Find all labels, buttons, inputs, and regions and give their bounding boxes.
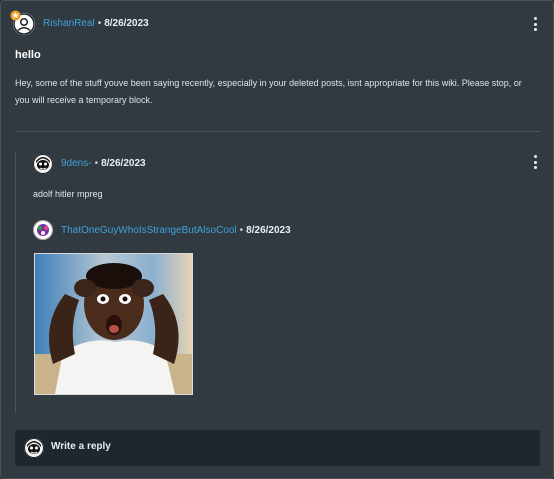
meta-separator: • (97, 18, 102, 29)
kebab-menu-icon (533, 17, 537, 20)
reply-author-link[interactable]: ThatOneGuyWhoIsStrangeButAlsoCool (61, 225, 237, 236)
reply-author-avatar[interactable] (33, 220, 53, 240)
reaction-image (35, 254, 192, 394)
post-date: 8/26/2023 (104, 18, 149, 29)
reply-composer[interactable]: Write a reply (15, 430, 540, 466)
reply-meta: 9dens- • 8/26/2023 (61, 158, 146, 169)
post-menu-button[interactable] (533, 17, 537, 31)
reply-author-link[interactable]: 9dens- (61, 158, 92, 169)
cartoon-avatar-icon (33, 154, 53, 174)
kebab-menu-icon (533, 155, 537, 158)
message-wall-thread: RishanReal • 8/26/2023 hello Hey, some o… (0, 0, 554, 479)
post-author-link[interactable]: RishanReal (43, 18, 95, 29)
reply-text: adolf hitler mpreg (33, 189, 103, 199)
meta-separator: • (239, 225, 244, 236)
staff-star-badge-icon (10, 10, 21, 21)
post-divider (15, 131, 540, 132)
meta-separator: • (94, 158, 99, 169)
reply-meta: ThatOneGuyWhoIsStrangeButAlsoCool • 8/26… (61, 225, 291, 236)
shocked-man-reaction-photo[interactable] (34, 253, 193, 395)
current-user-avatar (24, 438, 44, 458)
replies-thread-line (15, 152, 16, 412)
reply-menu-button[interactable] (533, 155, 537, 169)
colorful-avatar-icon (33, 220, 53, 240)
cartoon-avatar-icon (24, 438, 44, 458)
reply-date: 8/26/2023 (101, 158, 146, 169)
reply-placeholder[interactable]: Write a reply (51, 441, 111, 452)
reply-author-avatar[interactable] (33, 154, 53, 174)
post-meta: RishanReal • 8/26/2023 (43, 18, 149, 29)
post-title: hello (15, 49, 41, 61)
post-body: Hey, some of the stuff youve been saying… (15, 78, 522, 105)
reply-date: 8/26/2023 (246, 225, 291, 236)
